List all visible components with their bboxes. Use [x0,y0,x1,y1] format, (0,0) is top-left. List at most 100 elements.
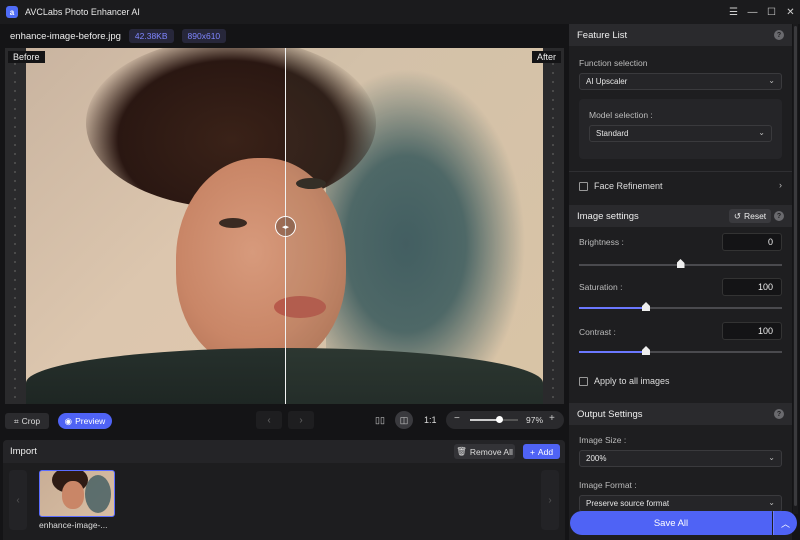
chevron-right-icon[interactable]: › [779,180,782,190]
feature-list-title: Feature List [577,29,628,41]
settings-panel: Feature List ? Function selection AI Ups… [569,24,792,540]
reset-label: Reset [743,211,767,221]
zoom-slider-knob[interactable] [495,416,503,423]
save-all-button[interactable]: Save All [570,511,772,535]
side-by-side-icon: ▯▯ [375,414,385,425]
sprocket-hole [14,72,16,74]
close-icon[interactable]: ✕ [781,0,800,24]
crop-label: Crop [21,416,41,426]
sprocket-hole [14,342,16,344]
viewer-toolbar: ⌗ Crop ◉ Preview ‹ › ▯▯ ◫ 1:1 − 97% + [0,408,565,434]
preview-button[interactable]: ◉ Preview [58,413,112,429]
file-size-badge: 42.38KB [128,29,174,43]
sprocket-hole [552,396,554,398]
add-button[interactable]: + Add [523,444,560,459]
thumbnail-image[interactable] [39,470,115,517]
crop-button[interactable]: ⌗ Crop [5,413,49,429]
sprocket-hole [14,369,16,371]
image-size-select[interactable]: 200% ⌄ [579,450,782,467]
saturation-slider-knob[interactable] [641,302,650,311]
app-window: a AVCLabs Photo Enhancer AI ☰ — ☐ ✕ enha… [0,0,800,540]
saturation-label: Saturation : [579,282,623,292]
sprocket-hole [552,90,554,92]
app-title: AVCLabs Photo Enhancer AI [25,7,140,17]
sprocket-hole [552,72,554,74]
trash-icon: 🗑 [456,446,467,456]
thumbnail-face [62,481,84,509]
help-icon[interactable]: ? [774,211,784,221]
contrast-label: Contrast : [579,327,616,337]
minimize-icon[interactable]: — [743,0,762,24]
zoom-slider[interactable] [470,416,518,423]
actual-size-button[interactable]: 1:1 [424,415,437,425]
next-image-button[interactable]: › [288,411,314,429]
sprocket-hole [14,153,16,155]
help-icon[interactable]: ? [774,30,784,40]
settings-scrollbar[interactable] [793,24,798,514]
image-settings-header: Image settings ↺ Reset ? [569,205,792,227]
sprocket-hole [552,153,554,155]
thumbnails-scroll-right-button[interactable]: › [541,470,559,530]
file-dimensions-badge: 890x610 [181,29,227,43]
contrast-slider[interactable] [579,346,782,355]
sprocket-hole [14,108,16,110]
sprocket-hole [14,360,16,362]
sprocket-hole [14,126,16,128]
chevron-left-icon: ‹ [16,494,20,506]
maximize-icon[interactable]: ☐ [762,0,781,24]
sprocket-hole [552,162,554,164]
help-icon[interactable]: ? [774,409,784,419]
brightness-label: Brightness : [579,237,624,247]
image-format-select[interactable]: Preserve source format ⌄ [579,495,782,512]
chevron-right-icon: › [299,414,303,426]
app-logo-icon: a [6,6,18,18]
sprocket-hole [14,99,16,101]
previous-image-button[interactable]: ‹ [256,411,282,429]
sprocket-hole [552,135,554,137]
thumbnail-shadow [85,475,111,513]
brightness-slider[interactable] [579,259,782,268]
split-view-button[interactable]: ◫ [395,411,413,429]
sprocket-hole [14,243,16,245]
model-selection-box: Model selection : Standard ⌄ [579,99,782,159]
sprocket-hole [14,171,16,173]
apply-to-all-row[interactable]: Apply to all images [579,376,670,386]
feature-list-header: Feature List ? [569,24,792,46]
sprocket-hole [14,351,16,353]
chevron-down-icon: ⌄ [768,453,775,462]
function-select[interactable]: AI Upscaler ⌄ [579,73,782,90]
divider [569,171,792,172]
compare-drag-handle-icon[interactable]: ◂▸ [275,216,296,237]
sprocket-hole [14,261,16,263]
face-refinement-row[interactable]: Face Refinement [579,181,663,191]
image-viewer[interactable]: ◂▸ Before After [5,48,564,404]
right-film-border [543,48,564,404]
after-label: After [531,51,561,63]
saturation-input[interactable]: 100 [722,278,782,296]
remove-all-button[interactable]: 🗑 Remove All [454,444,515,459]
brightness-slider-knob[interactable] [676,259,685,268]
save-options-button[interactable]: ︿ [773,511,797,535]
after-side-overlay [285,48,543,404]
model-selection-label: Model selection : [589,110,653,120]
window-controls: ☰ — ☐ ✕ [724,0,800,24]
menu-icon[interactable]: ☰ [724,0,743,24]
chevron-left-icon: ‹ [267,414,271,426]
model-select[interactable]: Standard ⌄ [589,125,772,142]
brightness-input[interactable]: 0 [722,233,782,251]
apply-to-all-checkbox[interactable] [579,376,588,386]
zoom-out-icon[interactable]: − [454,413,460,424]
zoom-in-icon[interactable]: + [549,413,555,424]
saturation-slider[interactable] [579,302,782,311]
thumbnails-scroll-left-button[interactable]: ‹ [9,470,27,530]
image-format-value: Preserve source format [586,499,670,508]
reset-button[interactable]: ↺ Reset [729,209,771,223]
side-by-side-view-button[interactable]: ▯▯ [371,411,389,429]
face-refinement-checkbox[interactable] [579,181,588,191]
import-panel: Import 🗑 Remove All + Add ‹ › enhance-im… [3,440,565,540]
scrollbar-thumb[interactable] [794,26,797,506]
contrast-slider-knob[interactable] [641,346,650,355]
file-info-row: enhance-image-before.jpg 42.38KB 890x610 [0,26,565,46]
contrast-input[interactable]: 100 [722,322,782,340]
sprocket-hole [14,306,16,308]
